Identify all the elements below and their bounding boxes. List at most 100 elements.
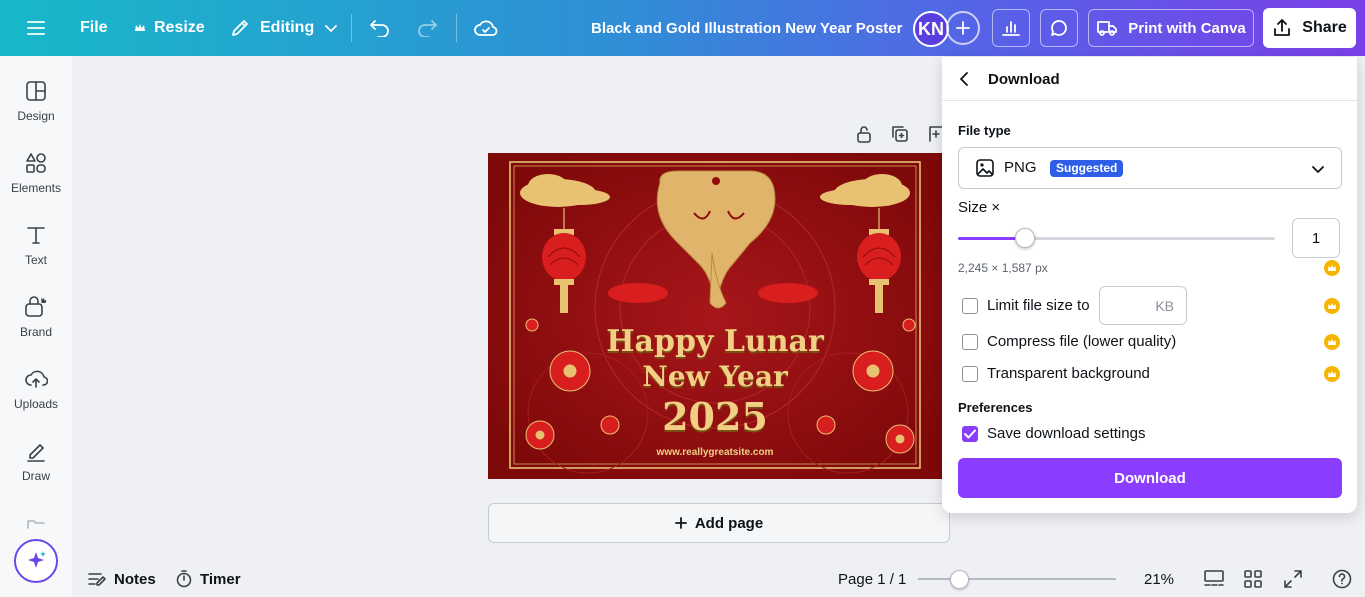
help-icon	[1332, 569, 1352, 589]
share-upload-icon	[1274, 19, 1291, 36]
timer-button[interactable]: Timer	[176, 566, 241, 592]
invite-button[interactable]	[946, 11, 980, 45]
back-button[interactable]	[958, 71, 972, 92]
add-page-icon-button[interactable]	[928, 124, 943, 146]
sidebar-item-text[interactable]: Text	[0, 224, 72, 290]
suggested-badge: Suggested	[1050, 160, 1124, 177]
sidebar-item-design[interactable]: Design	[0, 80, 72, 146]
truck-icon	[1097, 21, 1118, 36]
sidebar-item-label: Brand	[19, 325, 53, 339]
grid-view-icon	[1244, 570, 1262, 588]
sidebar-item-uploads[interactable]: Uploads	[0, 368, 72, 434]
chevron-left-icon	[960, 72, 968, 86]
save-download-settings-option[interactable]: Save download settings	[962, 425, 1145, 442]
sidebar-item-label: Draw	[21, 469, 50, 483]
avatar[interactable]: KN	[913, 11, 949, 47]
compress-file-checkbox[interactable]	[962, 333, 978, 350]
duplicate-icon	[892, 126, 908, 142]
sparkle-icon	[28, 551, 46, 568]
compress-file-option[interactable]: Compress file (lower quality)	[962, 333, 1176, 350]
poster-canvas[interactable]: Happy Lunar New Year 2025 www.reallygrea…	[488, 153, 942, 479]
file-menu-button[interactable]: File	[80, 0, 108, 56]
output-dimensions: 2,245 × 1,587 px	[958, 261, 1048, 275]
crown-small-icon	[135, 24, 145, 31]
sidebar-item-label: Elements	[10, 181, 62, 195]
cloud-save-status[interactable]	[474, 0, 498, 56]
poster-headline-line1: Happy Lunar	[606, 324, 824, 359]
uploads-icon	[25, 370, 48, 388]
download-panel-title: Download	[988, 71, 1060, 88]
brand-icon	[25, 296, 47, 317]
sidebar-item-draw[interactable]: Draw	[0, 440, 72, 506]
add-page-icon	[929, 126, 943, 142]
sidebar-item-elements[interactable]: Elements	[0, 152, 72, 218]
size-label: Size ×	[958, 199, 1001, 216]
notes-icon	[88, 573, 106, 586]
cloud-check-icon	[474, 20, 498, 36]
download-button[interactable]: Download	[958, 458, 1342, 498]
undo-icon	[370, 20, 389, 37]
file-type-select[interactable]: PNG Suggested	[958, 147, 1342, 189]
comments-button[interactable]	[1040, 9, 1078, 47]
resize-label: Resize	[154, 19, 205, 36]
size-input[interactable]: 1	[1292, 218, 1340, 258]
grid-view-button[interactable]	[1244, 566, 1262, 592]
magic-assistant-button[interactable]	[14, 539, 58, 583]
insights-button[interactable]	[992, 9, 1030, 47]
save-download-settings-checkbox[interactable]	[962, 425, 978, 442]
add-page-button[interactable]: Add page	[488, 503, 950, 543]
file-size-kb-input[interactable]: KB	[1099, 286, 1187, 325]
image-icon	[976, 159, 994, 177]
zoom-percentage[interactable]: 21%	[1144, 566, 1174, 592]
editing-mode-button[interactable]: Editing	[230, 0, 338, 56]
undo-button[interactable]	[369, 0, 391, 56]
limit-file-size-label: Limit file size to	[987, 297, 1090, 314]
menu-button[interactable]	[26, 0, 46, 56]
preferences-label: Preferences	[958, 400, 1033, 415]
duplicate-page-button[interactable]	[891, 124, 909, 146]
draw-icon	[27, 444, 45, 462]
print-label: Print with Canva	[1128, 19, 1246, 37]
size-slider-knob[interactable]	[1014, 228, 1035, 248]
poster-year: 2025	[662, 394, 768, 439]
zoom-slider-track[interactable]	[918, 578, 1116, 580]
notes-label: Notes	[114, 570, 156, 588]
lock-page-button[interactable]	[855, 124, 873, 146]
transparent-background-option[interactable]: Transparent background	[962, 365, 1150, 382]
share-label: Share	[1302, 19, 1347, 36]
compress-file-label: Compress file (lower quality)	[987, 333, 1177, 350]
sidebar-item-label: Design	[17, 109, 55, 123]
toolbar-divider	[456, 14, 457, 42]
plus-icon	[956, 21, 970, 35]
poster-headline-line2: New Year	[642, 360, 788, 393]
design-icon	[26, 81, 46, 101]
pages-view-button[interactable]	[1204, 566, 1224, 592]
notes-button[interactable]: Notes	[88, 566, 156, 592]
transparent-background-checkbox[interactable]	[962, 365, 978, 382]
fullscreen-icon	[1284, 570, 1302, 588]
fullscreen-button[interactable]	[1284, 566, 1302, 592]
limit-file-size-checkbox[interactable]	[962, 297, 978, 314]
file-type-label: File type	[958, 123, 1011, 138]
share-button[interactable]: Share	[1263, 8, 1356, 48]
folder-icon	[27, 520, 45, 529]
page-indicator[interactable]: Page 1 / 1	[838, 566, 906, 592]
sidebar-item-brand[interactable]: Brand	[0, 296, 72, 362]
zoom-slider-knob[interactable]	[950, 570, 969, 589]
sidebar-item-label: Uploads	[13, 397, 59, 411]
timer-label: Timer	[200, 570, 241, 588]
print-with-canva-button[interactable]: Print with Canva	[1088, 9, 1254, 47]
pro-crown-icon	[1324, 298, 1340, 314]
text-icon	[27, 227, 45, 244]
help-button[interactable]	[1332, 566, 1352, 592]
limit-file-size-option[interactable]: Limit file size to	[962, 297, 1090, 314]
size-slider-track[interactable]	[958, 237, 1275, 240]
redo-button[interactable]	[416, 0, 438, 56]
lock-icon	[857, 126, 871, 143]
top-bar: File Resize Editing Black and Gold Illus…	[0, 0, 1365, 56]
hamburger-icon	[27, 21, 45, 35]
pro-crown-icon	[1324, 334, 1340, 350]
chevron-down-icon	[325, 25, 338, 32]
document-title[interactable]: Black and Gold Illustration New Year Pos…	[591, 0, 902, 56]
resize-button[interactable]: Resize	[134, 0, 205, 56]
